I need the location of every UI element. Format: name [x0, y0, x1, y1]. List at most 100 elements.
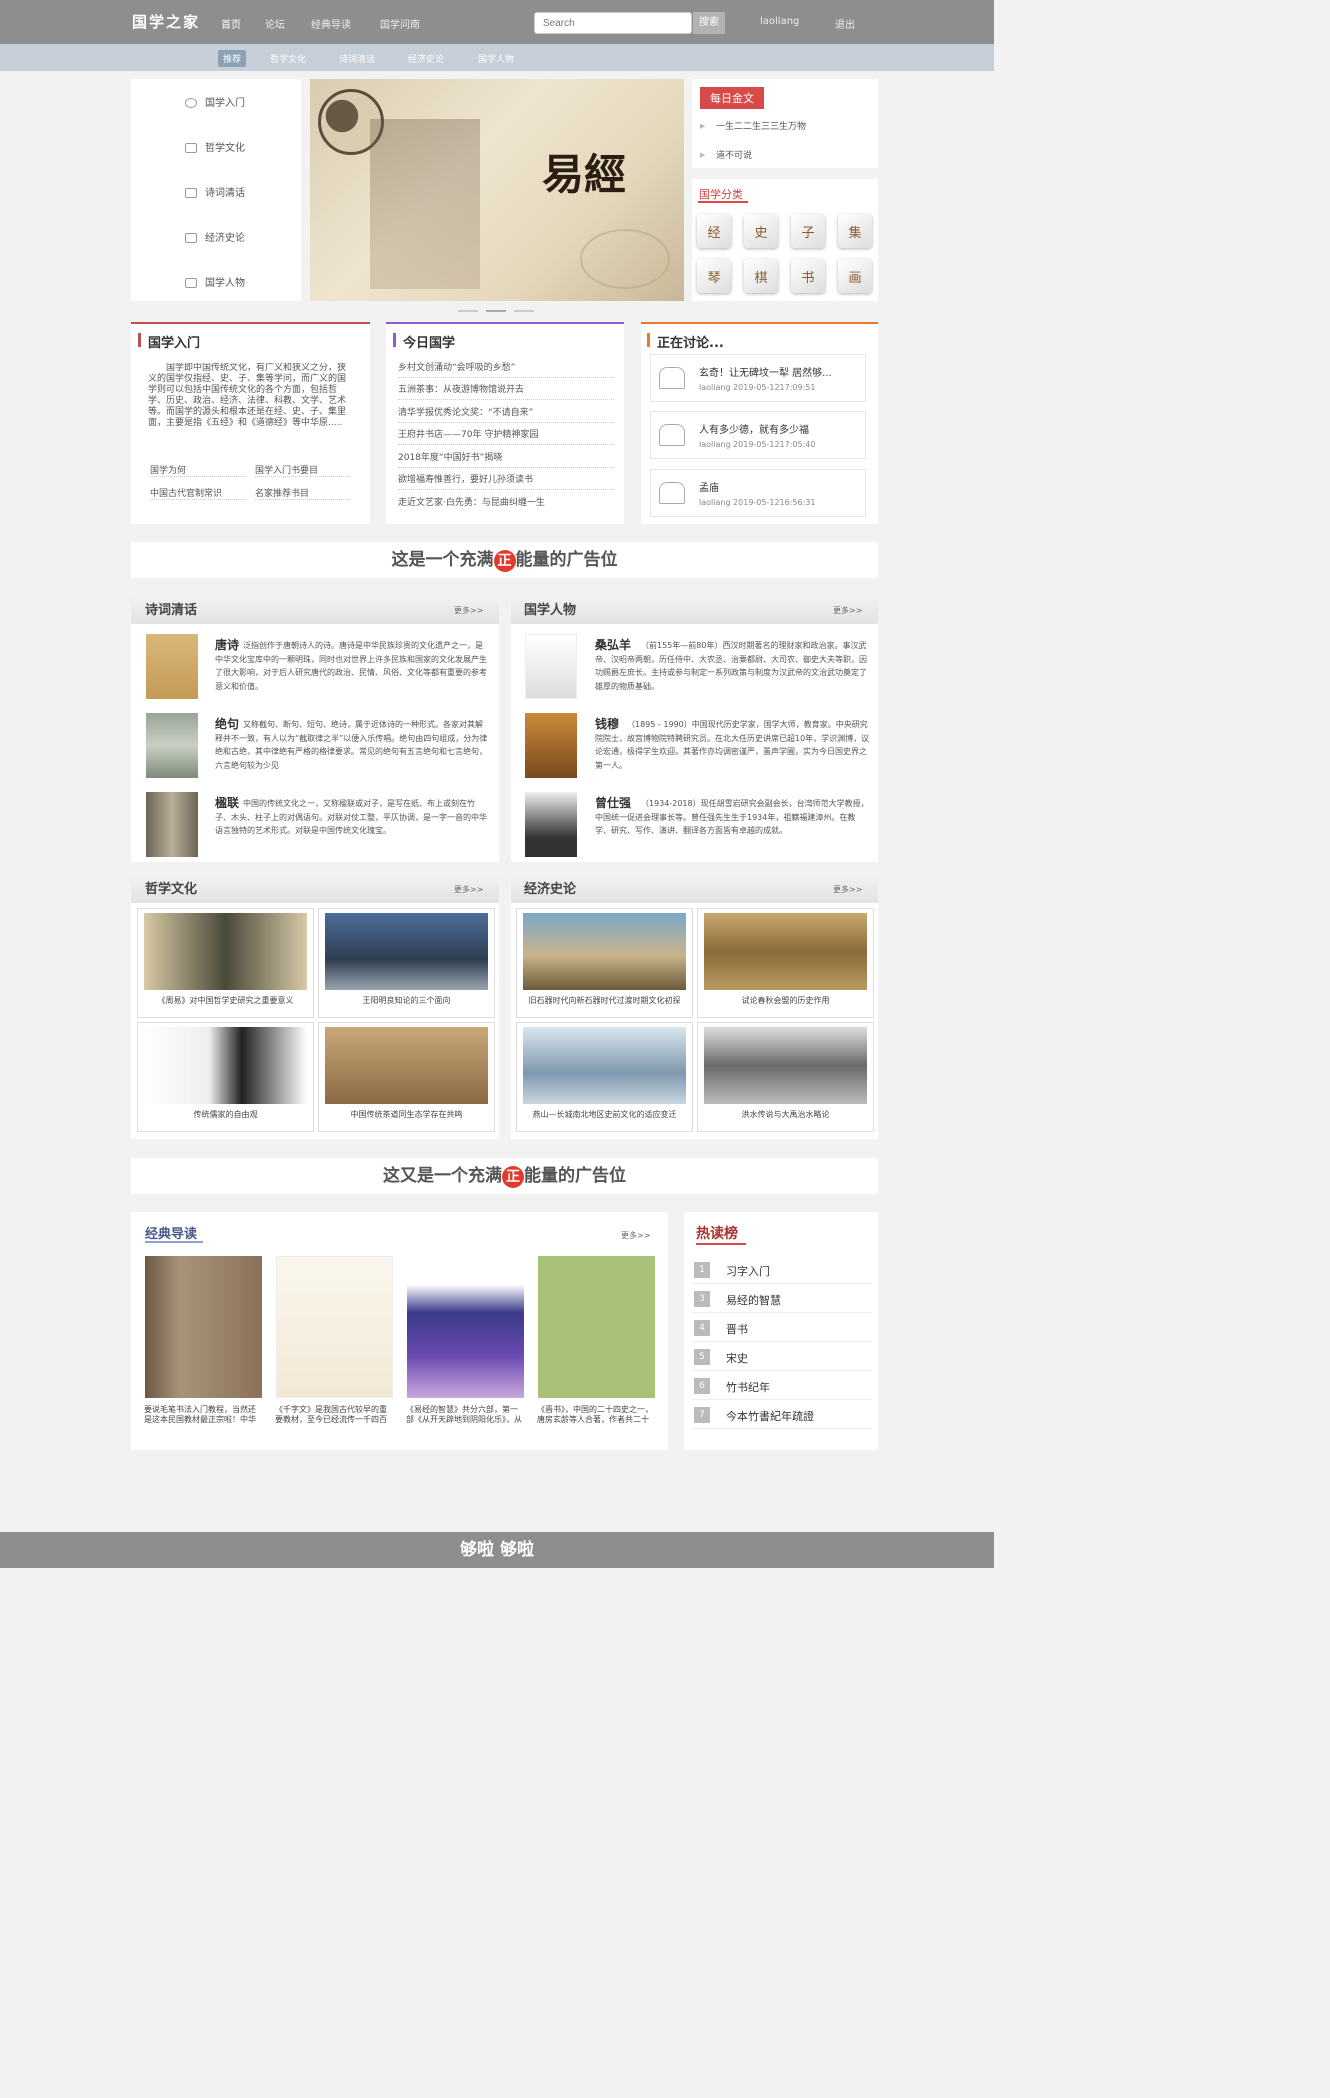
economy-more-link[interactable]: 更多>>	[833, 884, 862, 895]
philosophy-title: 哲学文化	[145, 882, 198, 897]
article-card[interactable]: 王阳明良知论的三个面向	[318, 908, 495, 1018]
bullet-icon: ▶	[700, 151, 706, 159]
nav-qa[interactable]: 国学问南	[380, 16, 420, 31]
person-desc: （1934-2018）现任胡雪岩研究会副会长，台湾师范大学教授，中国统一促进会理…	[595, 799, 869, 835]
category-qi-icon[interactable]: 棋	[744, 259, 778, 293]
article-card[interactable]: 《周易》对中国哲学史研究之重要意义	[137, 908, 314, 1018]
ranking-item[interactable]: 7 今本竹書紀年疏證	[692, 1401, 872, 1429]
person-desc: （前155年—前80年）西汉时期著名的理财家和政治家。事汉武帝、汉昭帝两朝，历任…	[595, 641, 867, 691]
users-icon	[659, 482, 685, 504]
carousel-dot[interactable]	[514, 310, 534, 312]
ranking-item[interactable]: 6 竹书纪年	[692, 1372, 872, 1400]
logout-link[interactable]: 退出	[835, 16, 855, 31]
ranking-underline	[696, 1243, 746, 1245]
title-marker	[647, 333, 650, 347]
ranking-item[interactable]: 5 宋史	[692, 1343, 872, 1371]
intro-link[interactable]: 国学为何	[150, 463, 245, 477]
tab-people[interactable]: 国学人物	[478, 52, 514, 65]
discussion-item[interactable]: 孟庙 laoliang 2019-05-1216:56:31	[650, 469, 866, 517]
today-item[interactable]: 乡村文创涌动“会呼吸的乡愁”	[398, 360, 614, 378]
article-card[interactable]: 旧石器时代向新石器时代过渡时期文化初探	[516, 908, 693, 1018]
category-jing-icon[interactable]: 经	[697, 214, 731, 248]
sidebar-item-intro[interactable]: 国学入门	[150, 94, 290, 109]
ad-banner[interactable]: 这是一个充满正能量的广告位	[131, 542, 878, 578]
discussion-item[interactable]: 人有多少德，就有多少福 laoliang 2019-05-1217:05:40	[650, 411, 866, 459]
couplet-image[interactable]	[146, 792, 198, 857]
tab-recommend[interactable]: 推荐	[218, 50, 247, 67]
article-card[interactable]: 中国传统茶道同生态学存在共鸣	[318, 1022, 495, 1132]
site-logo[interactable]: 国学之家	[132, 11, 200, 32]
classics-more-link[interactable]: 更多>>	[621, 1230, 650, 1241]
ranking-item[interactable]: 3 易经的智慧	[692, 1285, 872, 1313]
today-item[interactable]: 五洲茶事：从夜游博物馆说开去	[398, 382, 614, 400]
users-icon	[659, 367, 685, 389]
daily-item[interactable]: 道不可说	[716, 148, 752, 161]
category-underline	[698, 201, 748, 203]
book-desc: 《晋书》，中国的二十四史之一，唐房玄龄等人合著，作者共二十一人。记载的历...	[537, 1405, 653, 1424]
people-more-link[interactable]: 更多>>	[833, 605, 862, 616]
tab-economy[interactable]: 经济史论	[408, 52, 444, 65]
tea-ceremony-image	[325, 1027, 488, 1104]
poetry-desc: 泛指创作于唐朝诗人的诗。唐诗是中华民族珍贵的文化遗产之一，是中华文化宝库中的一颗…	[215, 641, 487, 691]
banner-carousel[interactable]: 易經	[310, 79, 684, 301]
today-item[interactable]: 王府井书店——70年 守护精神家园	[398, 427, 614, 445]
book-cover[interactable]	[145, 1256, 262, 1398]
user-name[interactable]: laoliang	[760, 16, 799, 27]
sidebar-item-poetry[interactable]: 诗词清话	[150, 184, 290, 199]
footer: 够啦 够啦	[0, 1532, 994, 1568]
intro-link[interactable]: 国学入门书要目	[255, 463, 350, 477]
jueju-image[interactable]	[146, 713, 198, 778]
intro-link[interactable]: 中国古代官制常识	[150, 486, 245, 500]
poetry-desc: 中国的传统文化之一，又称楹联或对子，是写在纸、布上或刻在竹子、木头、柱子上的对偶…	[215, 799, 487, 835]
sidebar-item-people[interactable]: 国学人物	[150, 274, 290, 289]
poetry-more-link[interactable]: 更多>>	[454, 605, 483, 616]
sidebar-item-economy[interactable]: 经济史论	[150, 229, 290, 244]
carousel-dot[interactable]	[458, 310, 478, 312]
book-cover[interactable]	[407, 1256, 524, 1398]
ranking-item[interactable]: 4 晋书	[692, 1314, 872, 1342]
qian-mu-portrait[interactable]	[525, 713, 577, 778]
daily-tag: 每日金文	[700, 87, 764, 109]
article-card[interactable]: 试论春秋会盟的历史作用	[697, 908, 874, 1018]
wang-yangming-image	[325, 913, 488, 990]
person-desc: （1895 - 1990）中国现代历史学家，国学大师，教育家。中央研究院院士，故…	[595, 720, 870, 770]
discussion-item[interactable]: 玄奇！让无碑坟一犁 居然够... laoliang 2019-05-1217:09…	[650, 354, 866, 402]
search-input[interactable]	[534, 12, 692, 34]
sang-hongyang-portrait[interactable]	[525, 634, 577, 699]
tang-poem-image[interactable]	[146, 634, 198, 699]
article-card[interactable]: 传统儒家的自由观	[137, 1022, 314, 1132]
today-item[interactable]: 走近文艺家·白先勇：与昆曲纠缠一生	[398, 495, 614, 508]
today-item[interactable]: 欲增福寿惟善行，要好儿孙须读书	[398, 472, 614, 490]
title-marker	[393, 333, 396, 347]
zeng-shiqiang-portrait[interactable]	[525, 792, 577, 857]
nav-classics[interactable]: 经典导读	[311, 16, 351, 31]
today-item[interactable]: 2018年度“中国好书”揭晓	[398, 450, 614, 468]
people-title: 国学人物	[524, 603, 577, 618]
today-item[interactable]: 清华学报优秀论文奖：“不请自来”	[398, 405, 614, 423]
category-qin-icon[interactable]: 琴	[697, 259, 731, 293]
intro-link[interactable]: 名家推荐书目	[255, 486, 350, 500]
nav-home[interactable]: 首页	[221, 16, 241, 31]
book-cover[interactable]	[538, 1256, 655, 1398]
carousel-dot[interactable]	[486, 310, 506, 312]
nav-forum[interactable]: 论坛	[265, 16, 285, 31]
search-button[interactable]: 搜索	[693, 12, 725, 34]
tab-philosophy[interactable]: 哲学文化	[270, 52, 306, 65]
ranking-item[interactable]: 1 习字入门	[692, 1256, 872, 1284]
category-shi-icon[interactable]: 史	[744, 214, 778, 248]
philosophy-more-link[interactable]: 更多>>	[454, 884, 483, 895]
book-cover[interactable]	[276, 1256, 393, 1398]
sidebar-item-philosophy[interactable]: 哲学文化	[150, 139, 290, 154]
ad-banner[interactable]: 这又是一个充满正能量的广告位	[131, 1158, 878, 1194]
today-title: 今日国学	[403, 336, 456, 351]
eye-icon	[185, 98, 197, 108]
category-ji-icon[interactable]: 集	[838, 214, 872, 248]
category-shu-icon[interactable]: 书	[791, 259, 825, 293]
stone-age-image	[523, 913, 686, 990]
tab-poetry[interactable]: 诗词清话	[339, 52, 375, 65]
article-card[interactable]: 燕山—长城南北地区史前文化的适应变迁	[516, 1022, 693, 1132]
category-zi-icon[interactable]: 子	[791, 214, 825, 248]
daily-item[interactable]: 一生二二生三三生万物	[716, 119, 806, 132]
category-hua-icon[interactable]: 画	[838, 259, 872, 293]
article-card[interactable]: 洪水传说与大禹治水略论	[697, 1022, 874, 1132]
